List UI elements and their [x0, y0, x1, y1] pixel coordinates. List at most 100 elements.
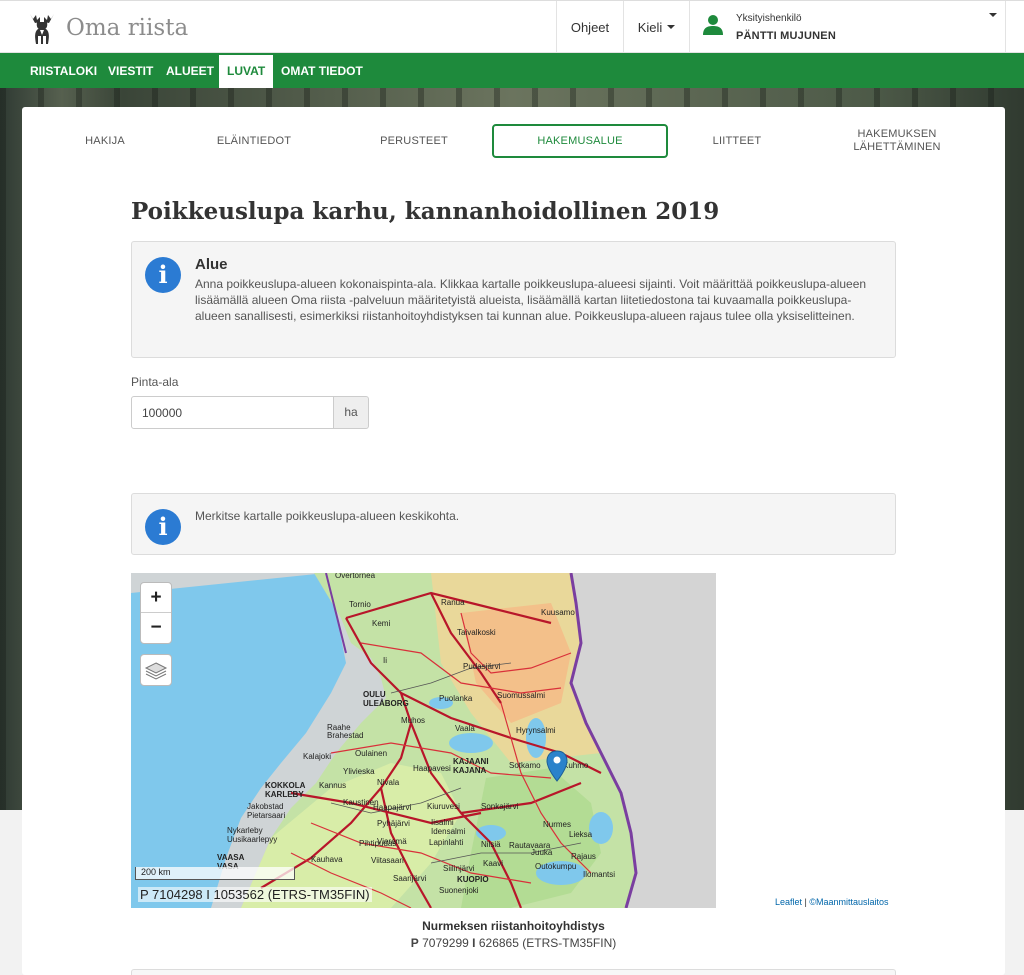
p-label: P — [410, 936, 419, 950]
map-view[interactable]: Overtorneå Tornio Kemi Ranua Kuusamo Tai… — [131, 573, 716, 908]
step-hakemusalue[interactable]: HAKEMUSALUE — [492, 124, 668, 158]
svg-text:Ylivieska: Ylivieska — [343, 767, 375, 776]
svg-text:Pietarsaari: Pietarsaari — [247, 811, 285, 820]
step-perusteet[interactable]: PERUSTEET — [372, 124, 456, 158]
svg-text:Taivalkoski: Taivalkoski — [457, 628, 496, 637]
user-icon — [703, 15, 723, 35]
zoom-control: + − — [140, 582, 172, 644]
svg-text:Ilomantsi: Ilomantsi — [583, 870, 615, 879]
info-box-map: i Merkitse kartalle poikkeuslupa-alueen … — [131, 493, 896, 555]
nav-item-luvat[interactable]: LUVAT — [219, 55, 274, 88]
step-hakija[interactable]: HAKIJA — [78, 124, 132, 158]
area-label: Pinta-ala — [131, 375, 179, 389]
user-menu[interactable]: Yksityishenkilö PÄNTTI MUJUNEN — [689, 1, 1006, 53]
svg-text:Hyrynsalmi: Hyrynsalmi — [516, 726, 556, 735]
main-nav: RIISTALOKI VIESTIT ALUEET LUVAT OMAT TIE… — [0, 53, 1024, 88]
svg-text:Vaala: Vaala — [455, 724, 475, 733]
page-title: Poikkeuslupa karhu, kannanhoidollinen 20… — [131, 198, 720, 225]
selected-place-coords: P 7079299 I 626865 (ETRS-TM35FIN) — [22, 936, 1005, 950]
map-coords-readout: P 7104298 I 1053562 (ETRS-TM35FIN) — [138, 887, 372, 902]
svg-text:VAASA: VAASA — [217, 853, 245, 862]
nav-item-alueet[interactable]: ALUEET — [166, 55, 214, 88]
svg-text:Iisalmi: Iisalmi — [431, 818, 454, 827]
svg-text:Haapajärvi: Haapajärvi — [373, 803, 411, 812]
nav-item-viestit[interactable]: VIESTIT — [108, 55, 153, 88]
svg-text:Suonenjoki: Suonenjoki — [439, 886, 479, 895]
nav-item-riistaloki[interactable]: RIISTALOKI — [30, 55, 97, 88]
layers-button[interactable] — [140, 654, 172, 686]
svg-text:Siilinjärvi: Siilinjärvi — [443, 864, 475, 873]
language-dropdown[interactable]: Kieli — [623, 1, 689, 53]
user-name: PÄNTTI MUJUNEN — [736, 30, 836, 42]
moose-logo-icon[interactable] — [24, 10, 60, 46]
i-label: I — [472, 936, 476, 950]
svg-text:ULEÅBORG: ULEÅBORG — [363, 699, 409, 708]
svg-text:Kuusamo: Kuusamo — [541, 608, 575, 617]
svg-text:Viitasaari: Viitasaari — [371, 856, 404, 865]
step-elaintiedot[interactable]: ELÄINTIEDOT — [208, 124, 300, 158]
area-input[interactable] — [131, 396, 334, 429]
wizard-steps: HAKIJA ELÄINTIEDOT PERUSTEET HAKEMUSALUE… — [22, 124, 1005, 174]
svg-text:Lapinlahti: Lapinlahti — [429, 838, 463, 847]
selected-place-name: Nurmeksen riistanhoitoyhdistys — [422, 919, 605, 933]
info-icon: i — [145, 509, 181, 545]
svg-text:Uusikaarlepyy: Uusikaarlepyy — [227, 835, 277, 844]
svg-text:Suomussalmi: Suomussalmi — [497, 691, 545, 700]
svg-text:KAJANA: KAJANA — [453, 766, 487, 775]
svg-text:Kauhava: Kauhava — [311, 855, 343, 864]
map-scale: 200 km — [135, 867, 295, 880]
info-box-area: i Alue Anna poikkeuslupa-alueen kokonais… — [131, 241, 896, 358]
svg-text:Kaavi: Kaavi — [483, 859, 503, 868]
info-icon: i — [145, 257, 181, 293]
application-card: HAKIJA ELÄINTIEDOT PERUSTEET HAKEMUSALUE… — [22, 107, 1005, 975]
svg-text:KUOPIO: KUOPIO — [457, 875, 489, 884]
svg-text:Nilsiä: Nilsiä — [481, 840, 501, 849]
svg-text:Brahestad: Brahestad — [327, 731, 363, 740]
svg-text:Pudasjärvi: Pudasjärvi — [463, 662, 501, 671]
svg-text:Ii: Ii — [383, 656, 387, 665]
svg-text:KOKKOLA: KOKKOLA — [265, 781, 306, 790]
svg-text:Tornio: Tornio — [349, 600, 371, 609]
svg-text:Puolanka: Puolanka — [439, 694, 473, 703]
svg-text:Kalajoki: Kalajoki — [303, 752, 331, 761]
svg-text:Saarijärvi: Saarijärvi — [393, 874, 427, 883]
svg-text:KARLEBY: KARLEBY — [265, 790, 304, 799]
step-liitteet[interactable]: LIITTEET — [702, 124, 772, 158]
svg-text:Haapavesi: Haapavesi — [413, 764, 451, 773]
app-title[interactable]: Oma riista — [66, 15, 188, 41]
zoom-out-button[interactable]: − — [141, 613, 171, 643]
language-label: Kieli — [637, 19, 663, 35]
info-text: Merkitse kartalle poikkeuslupa-alueen ke… — [195, 509, 460, 523]
help-link[interactable]: Ohjeet — [556, 1, 623, 53]
svg-text:KAJAANI: KAJAANI — [453, 757, 489, 766]
svg-text:Rautavaara: Rautavaara — [509, 841, 551, 850]
area-unit: ha — [333, 396, 369, 429]
svg-text:OULU: OULU — [363, 690, 386, 699]
svg-text:Pyhäjärvi: Pyhäjärvi — [377, 819, 410, 828]
svg-text:Oulainen: Oulainen — [355, 749, 387, 758]
maanmittauslaitos-link[interactable]: ©Maanmittauslaitos — [809, 897, 888, 907]
svg-text:Sotkamo: Sotkamo — [509, 761, 541, 770]
step-hakemuksen-lahettaminen[interactable]: HAKEMUKSEN LÄHETTÄMINEN — [842, 124, 952, 158]
svg-text:Muhos: Muhos — [401, 716, 425, 725]
i-value: 626865 (ETRS-TM35FIN) — [478, 936, 617, 950]
svg-text:Outokumpu: Outokumpu — [535, 862, 576, 871]
chevron-down-icon — [667, 25, 676, 29]
svg-text:Kannus: Kannus — [319, 781, 346, 790]
svg-text:Lieksa: Lieksa — [569, 830, 593, 839]
layers-icon — [144, 662, 168, 680]
nav-item-omat-tiedot[interactable]: OMAT TIEDOT — [281, 55, 363, 88]
zoom-in-button[interactable]: + — [141, 583, 171, 613]
leaflet-link[interactable]: Leaflet — [775, 897, 802, 907]
svg-text:Overtorneå: Overtorneå — [335, 573, 376, 580]
p-value: 7079299 — [422, 936, 469, 950]
info-title: Alue — [195, 256, 228, 273]
svg-text:Nivala: Nivala — [377, 778, 400, 787]
user-kind: Yksityishenkilö — [736, 13, 802, 24]
top-header: Oma riista Ohjeet Kieli Yksityishenkilö … — [0, 0, 1024, 53]
map-tiles[interactable]: Overtorneå Tornio Kemi Ranua Kuusamo Tai… — [131, 573, 716, 908]
svg-text:Rajaus: Rajaus — [571, 852, 596, 861]
svg-text:Nurmes: Nurmes — [543, 820, 571, 829]
svg-text:Sonkajärvi: Sonkajärvi — [481, 802, 519, 811]
svg-text:Jakobstad: Jakobstad — [247, 802, 283, 811]
